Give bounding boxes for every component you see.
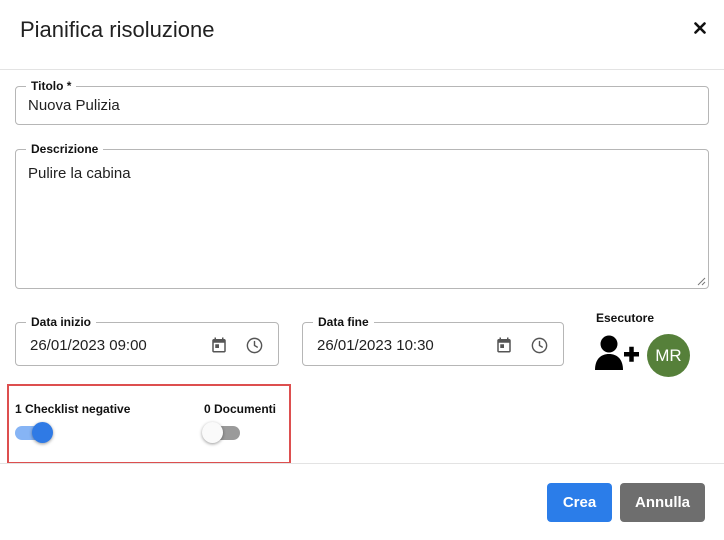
data-inizio-field[interactable]: Data inizio 26/01/2023 09:00 xyxy=(15,314,279,366)
descrizione-label: Descrizione xyxy=(26,141,104,157)
titolo-input-value[interactable]: Nuova Pulizia xyxy=(28,97,120,114)
esecutore-label: Esecutore xyxy=(596,311,655,325)
clock-icon xyxy=(531,337,547,353)
descrizione-textarea-value[interactable]: Pulire la cabina xyxy=(28,165,131,182)
calendar-icon xyxy=(212,337,226,353)
avatar[interactable]: MR xyxy=(647,334,690,377)
data-fine-label: Data fine xyxy=(313,314,374,330)
data-fine-clock-button[interactable] xyxy=(528,334,550,356)
resize-grip-icon[interactable] xyxy=(697,277,706,286)
toggle-thumb xyxy=(202,422,223,443)
descrizione-field[interactable]: Descrizione Pulire la cabina xyxy=(15,141,709,289)
titolo-label: Titolo * xyxy=(26,78,77,94)
checklist-negative-toggle[interactable] xyxy=(13,421,53,445)
data-fine-field[interactable]: Data fine 26/01/2023 10:30 xyxy=(302,314,564,366)
dialog-header: Pianifica risoluzione xyxy=(0,0,724,70)
plan-resolution-dialog: Pianifica risoluzione Titolo * Nuova Pul… xyxy=(0,0,724,540)
crea-button[interactable]: Crea xyxy=(547,483,612,522)
calendar-icon xyxy=(497,337,511,353)
annulla-button[interactable]: Annulla xyxy=(620,483,705,522)
close-button[interactable] xyxy=(687,15,713,41)
documenti-label: 0 Documenti xyxy=(204,402,277,416)
toggle-thumb xyxy=(32,422,53,443)
data-inizio-calendar-button[interactable] xyxy=(208,334,230,356)
close-icon xyxy=(694,22,706,34)
checklist-negative-label: 1 Checklist negative xyxy=(15,402,131,416)
data-fine-calendar-button[interactable] xyxy=(493,334,515,356)
add-user-icon xyxy=(595,335,639,370)
dialog-title: Pianifica risoluzione xyxy=(20,17,215,42)
data-inizio-label: Data inizio xyxy=(26,314,97,330)
add-user-button[interactable] xyxy=(595,334,641,372)
footer-divider xyxy=(0,463,724,464)
data-fine-value[interactable]: 26/01/2023 10:30 xyxy=(317,337,434,354)
documenti-toggle[interactable] xyxy=(202,421,242,445)
clock-icon xyxy=(246,337,262,353)
data-inizio-value[interactable]: 26/01/2023 09:00 xyxy=(30,337,147,354)
data-inizio-clock-button[interactable] xyxy=(243,334,265,356)
titolo-field[interactable]: Titolo * Nuova Pulizia xyxy=(15,78,709,125)
